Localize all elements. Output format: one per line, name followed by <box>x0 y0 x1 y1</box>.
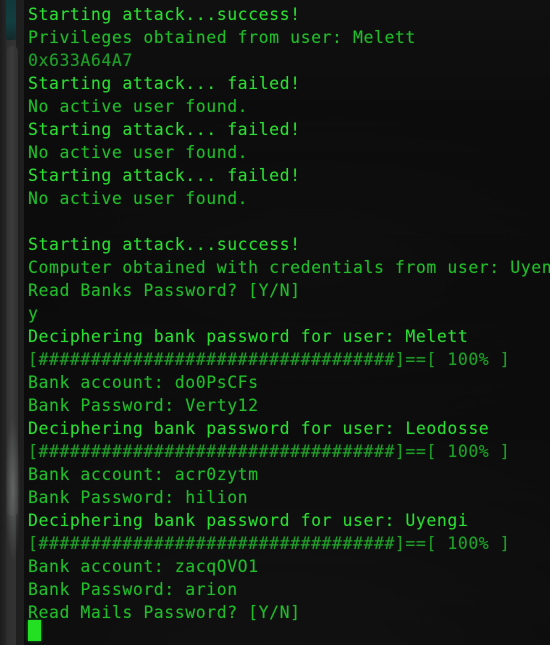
console-line: Bank account: do0PsCFs <box>28 373 259 392</box>
console-line: No active user found. <box>28 97 249 116</box>
console-line: Bank Password: Verty12 <box>28 396 259 415</box>
console-line: No active user found. <box>28 143 249 162</box>
window-edge <box>0 0 6 645</box>
console-line: Starting attack...success! <box>28 5 301 24</box>
scrollbar-thumb[interactable] <box>7 46 18 516</box>
console-line: y <box>28 304 39 323</box>
console-line: Starting attack...success! <box>28 235 301 254</box>
console-line: Starting attack... failed! <box>28 120 301 139</box>
console-line: Bank account: zacqOVO1 <box>28 557 259 576</box>
left-rail <box>0 0 24 645</box>
console-line: Read Mails Password? [Y/N] <box>28 603 301 622</box>
console-line: [##################################]==[ … <box>28 534 511 553</box>
console-line: [##################################]==[ … <box>28 442 511 461</box>
console-line: Privileges obtained from user: Melett <box>28 28 416 47</box>
console-line: Starting attack... failed! <box>28 74 301 93</box>
console-line: No active user found. <box>28 189 249 208</box>
terminal-window: Starting attack...success! Privileges obt… <box>0 0 550 645</box>
console-line: Computer obtained with credentials from … <box>28 258 550 277</box>
console-line: Deciphering bank password for user: Mele… <box>28 327 469 346</box>
console-line: Read Banks Password? [Y/N] <box>28 281 301 300</box>
console-line: Bank account: acr0zytm <box>28 465 259 484</box>
text-cursor[interactable] <box>28 620 41 641</box>
console-line: Bank Password: arion <box>28 580 238 599</box>
console-line: 0x633A64A7 <box>28 51 133 70</box>
console-output: Starting attack...success! Privileges obt… <box>28 3 550 645</box>
console-line: Deciphering bank password for user: Leod… <box>28 419 490 438</box>
console-line: Bank Password: hilion <box>28 488 249 507</box>
console-line: Deciphering bank password for user: Uyen… <box>28 511 469 530</box>
console-line: [##################################]==[ … <box>28 350 511 369</box>
sidebar-tab-handle[interactable] <box>6 0 16 40</box>
console-line: Starting attack... failed! <box>28 166 301 185</box>
